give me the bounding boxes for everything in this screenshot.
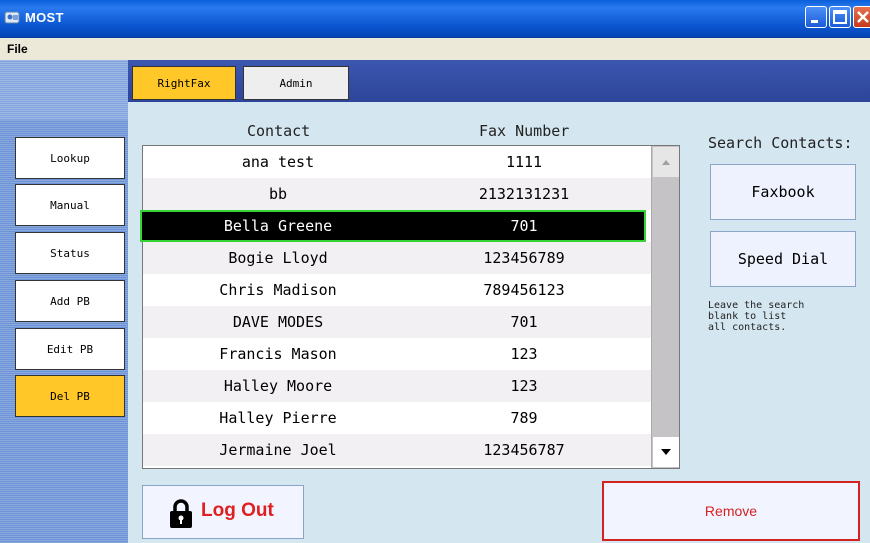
list-scrollbar[interactable] — [651, 146, 679, 468]
search-hint: Leave the search blank to list all conta… — [708, 300, 805, 333]
maximize-button[interactable] — [829, 6, 851, 28]
scroll-up-button[interactable] — [653, 147, 679, 177]
tab-strip: RightFax Admin — [128, 60, 870, 102]
chevron-down-icon — [661, 449, 671, 455]
table-row[interactable]: Francis Mason 123 — [143, 338, 651, 370]
main-panel: Contact Fax Number ana test 1111 bb 2132… — [128, 102, 870, 543]
scroll-down-button[interactable] — [653, 437, 679, 467]
cell-fax: 1111 — [505, 153, 543, 171]
cell-contact: Halley Moore — [223, 377, 333, 395]
cell-contact: Bogie Lloyd — [228, 249, 328, 267]
table-row[interactable]: Bogie Lloyd 123456789 — [143, 242, 651, 274]
cell-contact: Chris Madison — [219, 281, 337, 299]
cell-contact: Francis Mason — [219, 345, 337, 363]
minimize-icon — [811, 20, 818, 23]
tab-admin[interactable]: Admin — [243, 66, 349, 100]
table-row[interactable]: Jermaine Joel 123456787 — [143, 434, 651, 466]
cell-fax: 123456789 — [483, 249, 565, 267]
minimize-button[interactable] — [805, 6, 827, 28]
cell-contact: bb — [268, 185, 288, 203]
cell-fax: 701 — [510, 313, 538, 331]
cell-contact: Halley Pierre — [219, 409, 337, 427]
nav-edit-pb-button[interactable]: Edit PB — [15, 328, 125, 370]
nav-del-pb-button[interactable]: Del PB — [15, 375, 125, 417]
table-row[interactable]: Halley Pierre 789 — [143, 402, 651, 434]
cell-fax: 123456787 — [483, 441, 565, 459]
logout-label: Log Out — [201, 500, 274, 521]
table-row[interactable]: DAVE MODES 701 — [143, 306, 651, 338]
nav-manual-button[interactable]: Manual — [15, 184, 125, 226]
speed-dial-button[interactable]: Speed Dial — [710, 231, 856, 287]
column-header-contact: Contact — [247, 122, 311, 140]
nav-add-pb-button[interactable]: Add PB — [15, 280, 125, 322]
cell-fax: 701 — [510, 217, 538, 235]
search-contacts-label: Search Contacts: — [708, 134, 853, 152]
menu-file[interactable]: File — [7, 42, 28, 56]
nav-status-button[interactable]: Status — [15, 232, 125, 274]
cell-fax: 123 — [510, 377, 538, 395]
left-nav-header — [0, 60, 128, 120]
menu-bar: File — [0, 38, 870, 60]
cell-contact: Jermaine Joel — [219, 441, 337, 459]
cell-fax: 2132131231 — [478, 185, 570, 203]
title-bar: MOST — [0, 0, 870, 38]
table-row[interactable]: Halley Moore 123 — [143, 370, 651, 402]
table-row[interactable]: bb 2132131231 — [143, 178, 651, 210]
table-row[interactable]: Chris Madison 789456123 — [143, 274, 651, 306]
lock-icon — [170, 499, 192, 528]
faxbook-button[interactable]: Faxbook — [710, 164, 856, 220]
cell-fax: 123 — [510, 345, 538, 363]
logout-button[interactable]: Log Out — [142, 485, 304, 539]
cell-contact: DAVE MODES — [232, 313, 324, 331]
window-title: MOST — [25, 10, 64, 25]
tab-rightfax[interactable]: RightFax — [132, 66, 236, 100]
cell-fax: 789 — [510, 409, 538, 427]
cell-fax: 789456123 — [483, 281, 565, 299]
remove-button[interactable]: Remove — [602, 481, 860, 541]
chevron-up-icon — [662, 160, 670, 165]
cell-contact: ana test — [241, 153, 315, 171]
table-row-selected[interactable]: Bella Greene 701 — [140, 210, 646, 242]
app-icon — [4, 11, 20, 24]
close-icon — [857, 11, 869, 23]
maximize-icon — [833, 10, 847, 24]
nav-lookup-button[interactable]: Lookup — [15, 137, 125, 179]
close-button[interactable] — [853, 6, 870, 28]
column-header-fax: Fax Number — [479, 122, 570, 140]
contacts-list[interactable]: ana test 1111 bb 2132131231 Bella Greene… — [140, 145, 680, 469]
cell-contact: Bella Greene — [223, 217, 333, 235]
table-row[interactable]: ana test 1111 — [143, 146, 651, 178]
